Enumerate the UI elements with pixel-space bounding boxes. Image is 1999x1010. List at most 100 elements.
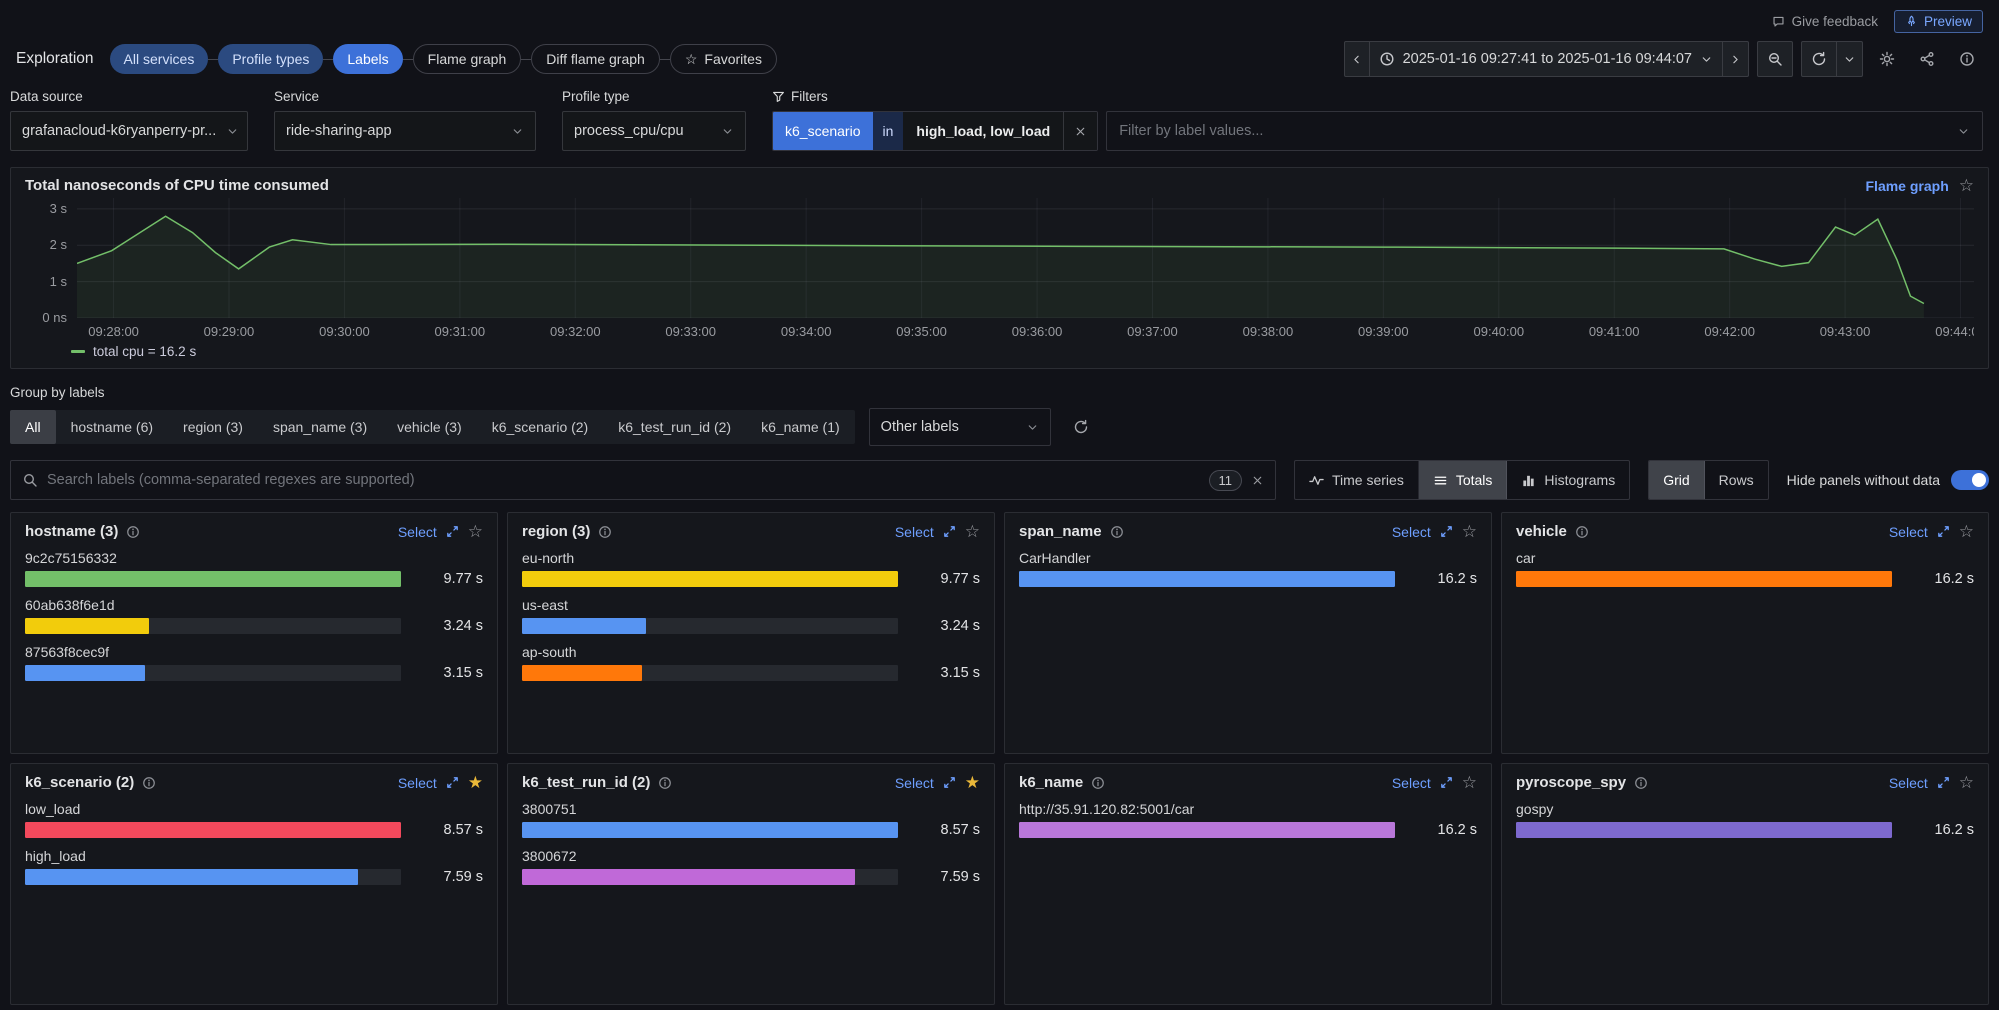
time-series-plot[interactable] — [77, 198, 1974, 318]
groupby-tab-all[interactable]: All — [10, 410, 56, 444]
refresh-labels-button[interactable] — [1065, 409, 1097, 445]
nav-tab-flame-graph[interactable]: Flame graph — [413, 44, 522, 74]
time-shift-forward-button[interactable] — [1723, 41, 1749, 77]
expand-icon[interactable] — [942, 775, 957, 790]
nav-tab-labels[interactable]: Labels — [333, 44, 402, 74]
zoom-out-button[interactable] — [1757, 41, 1793, 77]
bar-track — [25, 822, 401, 838]
nav-tab-diff-flame-graph[interactable]: Diff flame graph — [531, 44, 660, 74]
time-picker-group: 2025-01-16 09:27:41 to 2025-01-16 09:44:… — [1344, 41, 1749, 77]
give-feedback-button[interactable]: Give feedback — [1772, 14, 1878, 29]
bar-row: http://35.91.120.82:5001/car16.2 s — [1019, 801, 1477, 838]
data-source-select[interactable]: grafanacloud-k6ryanperry-pr... — [10, 111, 248, 151]
label-panel-k6-test-run-id-2: k6_test_run_id (2)Select★38007518.57 s38… — [507, 763, 995, 1005]
label-panel-pyroscope-spy: pyroscope_spySelect☆gospy16.2 s — [1501, 763, 1989, 1005]
view-mode-label: Histograms — [1544, 472, 1615, 488]
layout-mode-rows[interactable]: Rows — [1705, 461, 1768, 499]
star-icon[interactable]: ★ — [468, 774, 483, 791]
expand-icon[interactable] — [942, 524, 957, 539]
filter-chip-remove-button[interactable] — [1063, 112, 1097, 150]
star-icon[interactable]: ☆ — [1959, 774, 1974, 791]
top-bar: Give feedback Preview — [0, 0, 1999, 35]
select-action[interactable]: Select — [398, 775, 437, 791]
groupby-tab-k6-test-run-id-2[interactable]: k6_test_run_id (2) — [603, 410, 746, 444]
panel-title: k6_test_run_id (2) — [522, 774, 650, 791]
star-icon[interactable]: ☆ — [965, 523, 980, 540]
expand-icon[interactable] — [445, 524, 460, 539]
layout-mode-grid[interactable]: Grid — [1649, 461, 1704, 499]
label-values-filter-input[interactable] — [1119, 123, 1949, 139]
view-mode-time-series[interactable]: Time series — [1295, 461, 1419, 499]
panel-title: region (3) — [522, 523, 590, 540]
star-icon[interactable]: ★ — [965, 774, 980, 791]
layout-mode-label: Grid — [1663, 472, 1689, 488]
star-icon[interactable]: ☆ — [468, 523, 483, 540]
groupby-tab-vehicle-3[interactable]: vehicle (3) — [382, 410, 477, 444]
panel-body: gospy16.2 s — [1516, 801, 1974, 838]
chevron-left-icon — [1350, 53, 1363, 66]
x-axis-label: 09:41:00 — [1589, 324, 1640, 339]
select-action[interactable]: Select — [1889, 524, 1928, 540]
chart-panel-actions: Flame graph ☆ — [1866, 177, 1975, 194]
star-icon[interactable]: ☆ — [1959, 523, 1974, 540]
time-range-picker[interactable]: 2025-01-16 09:27:41 to 2025-01-16 09:44:… — [1370, 41, 1723, 77]
info-icon — [598, 525, 612, 539]
select-action[interactable]: Select — [1392, 524, 1431, 540]
refresh-button[interactable] — [1801, 41, 1837, 77]
groupby-tab-k6-scenario-2[interactable]: k6_scenario (2) — [477, 410, 604, 444]
view-mode-histograms[interactable]: Histograms — [1507, 461, 1629, 499]
select-action[interactable]: Select — [1392, 775, 1431, 791]
search-labels-input[interactable] — [47, 472, 1200, 488]
nav-tab-profile-types[interactable]: Profile types — [218, 44, 323, 74]
bar-row: gospy16.2 s — [1516, 801, 1974, 838]
pulse-icon — [1309, 473, 1324, 488]
groupby-tab-region-3[interactable]: region (3) — [168, 410, 258, 444]
bar-row: CarHandler16.2 s — [1019, 550, 1477, 587]
bar-track — [522, 618, 898, 634]
histogram-icon — [1521, 473, 1536, 488]
expand-icon[interactable] — [1936, 775, 1951, 790]
profile-type-select[interactable]: process_cpu/cpu — [562, 111, 746, 151]
clear-search-button[interactable] — [1251, 474, 1264, 487]
filters-row: k6_scenario in high_load, low_load — [772, 111, 1983, 151]
expand-icon[interactable] — [1439, 524, 1454, 539]
bar-track — [522, 869, 898, 885]
filter-chip: k6_scenario in high_load, low_load — [772, 111, 1098, 151]
settings-button[interactable] — [1871, 41, 1903, 77]
bar-label: eu-north — [522, 550, 980, 566]
service-select[interactable]: ride-sharing-app — [274, 111, 536, 151]
nav-tab-label: Labels — [347, 51, 388, 67]
filter-chip-key[interactable]: k6_scenario — [773, 112, 873, 150]
view-mode-totals[interactable]: Totals — [1419, 461, 1508, 499]
other-labels-select[interactable]: Other labels — [869, 408, 1051, 446]
star-icon[interactable]: ☆ — [1462, 774, 1477, 791]
groupby-tab-span-name-3[interactable]: span_name (3) — [258, 410, 382, 444]
label-values-filter — [1106, 111, 1983, 151]
bar-fill — [522, 869, 855, 885]
refresh-interval-button[interactable] — [1837, 41, 1863, 77]
hide-panels-switch[interactable] — [1951, 470, 1989, 490]
nav-tab-label: Diff flame graph — [546, 51, 645, 67]
expand-icon[interactable] — [445, 775, 460, 790]
share-button[interactable] — [1911, 41, 1943, 77]
select-action[interactable]: Select — [895, 775, 934, 791]
time-shift-back-button[interactable] — [1344, 41, 1370, 77]
select-action[interactable]: Select — [895, 524, 934, 540]
expand-icon[interactable] — [1936, 524, 1951, 539]
chart-legend[interactable]: total cpu = 16.2 s — [25, 340, 1974, 362]
nav-tab-favorites[interactable]: ☆Favorites — [670, 44, 777, 74]
star-icon[interactable]: ☆ — [1959, 177, 1974, 194]
expand-icon[interactable] — [1439, 775, 1454, 790]
select-action[interactable]: Select — [1889, 775, 1928, 791]
filter-chip-values[interactable]: high_load, low_load — [903, 112, 1063, 150]
groupby-tab-k6-name-1[interactable]: k6_name (1) — [746, 410, 855, 444]
select-action[interactable]: Select — [398, 524, 437, 540]
info-button[interactable] — [1951, 41, 1983, 77]
groupby-tab-hostname-6[interactable]: hostname (6) — [56, 410, 168, 444]
x-axis-label: 09:37:00 — [1127, 324, 1178, 339]
nav-tab-all-services[interactable]: All services — [110, 44, 209, 74]
star-icon[interactable]: ☆ — [1462, 523, 1477, 540]
flame-graph-link[interactable]: Flame graph — [1866, 178, 1949, 194]
filter-chip-operator[interactable]: in — [873, 112, 904, 150]
panel-title: span_name — [1019, 523, 1102, 540]
